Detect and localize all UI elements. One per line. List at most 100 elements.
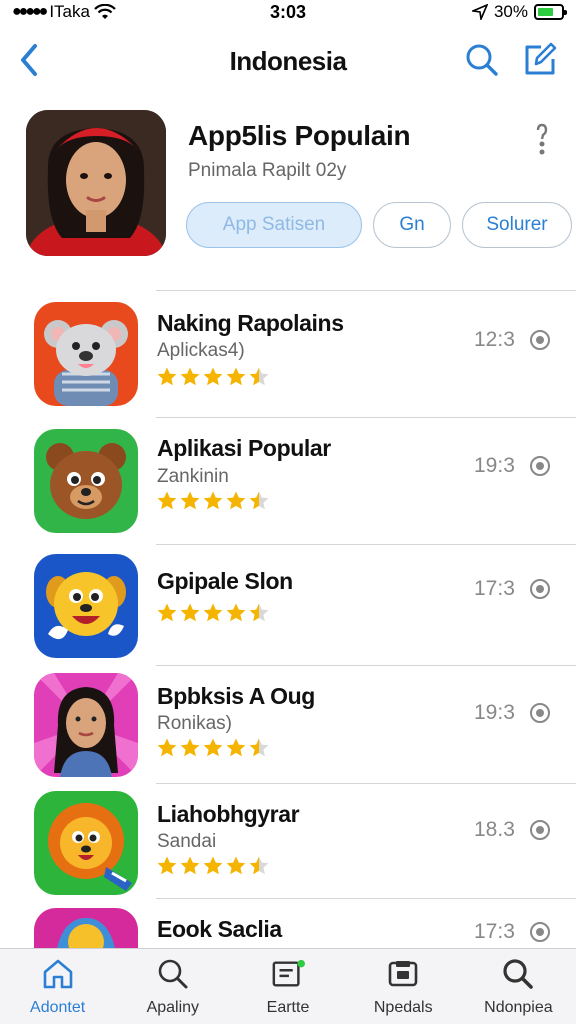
woman-portrait-icon — [34, 673, 138, 777]
row-action-button[interactable] — [528, 577, 552, 601]
tab-home[interactable]: Adontet — [0, 949, 115, 1024]
list-item[interactable]: Naking Rapolains Aplickas4) 12:3 — [0, 290, 576, 416]
status-bar: ●●●●● ITaka 3:03 30% — [0, 0, 576, 24]
search-icon — [466, 44, 498, 76]
get-button[interactable]: Gn — [373, 202, 451, 248]
star-icon — [180, 856, 200, 875]
star-icon — [249, 738, 269, 757]
app-sales-button[interactable]: App Satisen — [186, 202, 362, 248]
app-subtitle: Sandai — [157, 831, 217, 852]
app-subtitle: Ronikas) — [157, 713, 232, 734]
rating-stars — [156, 737, 270, 759]
tab-search-2[interactable]: Ndonpiea — [461, 949, 576, 1024]
star-icon — [203, 367, 223, 386]
circle-dot-icon — [530, 703, 550, 723]
app-subtitle: Aplickas4) — [157, 340, 245, 361]
app-name: Bpbksis A Oug — [157, 683, 315, 709]
app-name: Eook Saclia — [157, 916, 282, 942]
rating-stars — [156, 855, 270, 877]
more-button[interactable] — [532, 122, 552, 156]
compose-button[interactable] — [520, 38, 560, 78]
featured-app: App5lis Populain Pnimala Rapilt 02y App … — [26, 110, 572, 260]
star-icon — [180, 491, 200, 510]
status-right: 30% — [471, 2, 567, 22]
row-action-button[interactable] — [528, 818, 552, 842]
star-icon — [157, 603, 177, 622]
battery-percent: 30% — [493, 2, 528, 21]
solver-button[interactable]: Solurer — [462, 202, 572, 248]
star-icon — [203, 738, 223, 757]
app-name: Liahobhgyrar — [157, 801, 300, 827]
list-item[interactable]: Liahobhgyrar Sandai 18.3 — [0, 783, 576, 897]
row-action-button[interactable] — [528, 454, 552, 478]
tab-label: Npedals — [373, 999, 433, 1016]
more-vertical-icon — [536, 123, 548, 155]
list-item[interactable]: Gpipale Slon 17:3 — [0, 544, 576, 664]
chevron-left-icon — [21, 44, 37, 76]
tab-label: Apaliny — [146, 999, 200, 1016]
star-icon — [180, 367, 200, 386]
app-subtitle: Zankinin — [157, 466, 229, 487]
rating-stars — [156, 602, 270, 624]
star-icon — [157, 491, 177, 510]
list-item[interactable]: Eook Saclia 17:3 — [0, 898, 576, 948]
character-icon — [34, 908, 138, 948]
back-button[interactable] — [12, 40, 46, 80]
circle-dot-icon — [530, 922, 550, 942]
star-icon — [226, 367, 246, 386]
star-icon — [157, 738, 177, 757]
games-icon — [271, 957, 305, 991]
star-icon — [203, 603, 223, 622]
signal-dots-icon: ●●●●● — [12, 3, 48, 20]
star-icon — [226, 738, 246, 757]
star-icon — [203, 856, 223, 875]
row-divider — [156, 290, 576, 291]
tab-games[interactable]: Eartte — [230, 949, 345, 1024]
home-icon — [41, 957, 75, 991]
rating-stars — [156, 366, 270, 388]
star-icon — [203, 491, 223, 510]
row-divider — [156, 665, 576, 666]
status-left: ●●●●● ITaka — [12, 2, 212, 22]
rating-stars — [156, 490, 270, 512]
wifi-icon — [94, 4, 116, 19]
row-divider — [156, 898, 576, 899]
compose-icon — [525, 42, 557, 75]
row-action-button[interactable] — [528, 920, 552, 944]
tab-label: Eartte — [266, 999, 310, 1016]
tab-apps[interactable]: Npedals — [346, 949, 461, 1024]
battery-icon — [534, 4, 567, 20]
tab-search[interactable]: Apaliny — [115, 949, 230, 1024]
star-icon — [249, 856, 269, 875]
dog-icon — [34, 554, 138, 658]
star-icon — [226, 856, 246, 875]
nav-bar: Indonesia — [0, 36, 576, 86]
bear-icon — [34, 429, 138, 533]
search-button[interactable] — [462, 40, 502, 80]
featured-app-image[interactable] — [26, 110, 166, 256]
star-icon — [249, 367, 269, 386]
row-action-button[interactable] — [528, 701, 552, 725]
battery-fill — [538, 8, 554, 16]
app-time: 17:3 — [474, 577, 515, 600]
app-time: 19:3 — [474, 454, 515, 477]
search-icon — [501, 957, 535, 991]
app-name: Naking Rapolains — [157, 310, 344, 336]
carrier-label: ITaka — [49, 2, 90, 21]
search-icon — [156, 957, 190, 991]
circle-dot-icon — [530, 456, 550, 476]
app-time: 17:3 — [474, 920, 515, 943]
star-icon — [249, 491, 269, 510]
star-icon — [249, 603, 269, 622]
koala-icon — [34, 302, 138, 406]
row-action-button[interactable] — [528, 328, 552, 352]
woman-portrait-icon — [26, 110, 166, 256]
app-time: 18.3 — [474, 818, 515, 841]
lion-icon — [34, 791, 138, 895]
star-icon — [157, 367, 177, 386]
list-item[interactable]: Aplikasi Popular Zankinin 19:3 — [0, 417, 576, 543]
row-divider — [156, 783, 576, 784]
circle-dot-icon — [530, 579, 550, 599]
list-item[interactable]: Bpbksis A Oug Ronikas) 19:3 — [0, 665, 576, 782]
apps-icon — [386, 957, 420, 991]
